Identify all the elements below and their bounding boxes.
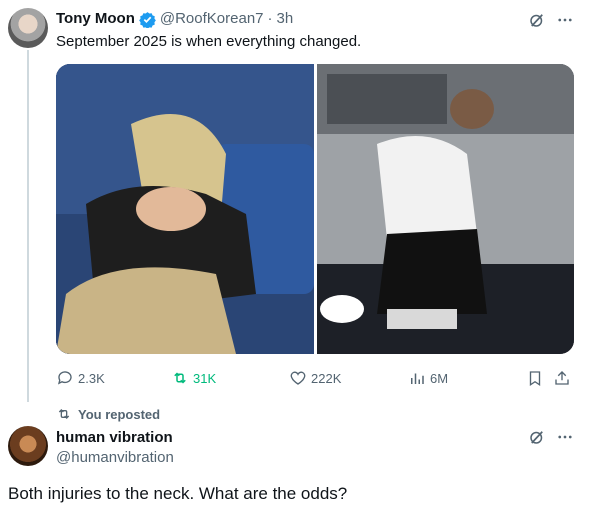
like-count: 222K — [311, 370, 342, 386]
tweet[interactable]: Tony Moon @RoofKorean7 · 3h September 20… — [0, 0, 610, 400]
tweet-actions: 2.3K 31K 222K 6M — [56, 368, 576, 388]
heart-icon — [290, 371, 306, 385]
repost-context-label: You reposted — [78, 406, 161, 422]
repost-button[interactable]: 31K — [171, 368, 216, 388]
repost-context: You reposted — [56, 406, 160, 422]
repost-icon — [174, 372, 186, 384]
more-options-icon[interactable] — [556, 428, 574, 446]
author-name[interactable]: Tony Moon — [56, 10, 135, 28]
reply-button[interactable]: 2.3K — [56, 368, 105, 388]
reply-count: 2.3K — [78, 370, 105, 386]
tweet-header: Tony Moon @RoofKorean7 · 3h — [56, 10, 294, 29]
separator-dot: · — [267, 10, 273, 27]
media-grid[interactable] — [56, 64, 574, 354]
avatar[interactable] — [8, 426, 48, 466]
verified-badge-icon — [139, 11, 156, 29]
share-button[interactable] — [553, 368, 571, 388]
author-name[interactable]: human vibration — [56, 429, 173, 446]
tweet-text: Both injuries to the neck. What are the … — [8, 484, 348, 503]
bookmark-button[interactable] — [526, 368, 544, 388]
share-icon — [555, 371, 569, 385]
more-options-icon[interactable] — [556, 11, 574, 29]
tweet-text: September 2025 is when everything change… — [56, 33, 362, 50]
media-photo-left[interactable] — [56, 64, 314, 354]
repost-icon — [58, 409, 70, 419]
author-handle[interactable]: @humanvibration — [56, 449, 174, 466]
media-photo-right[interactable] — [317, 64, 574, 354]
views-button[interactable]: 6M — [408, 368, 448, 388]
reply-icon — [57, 371, 72, 385]
bookmark-icon — [529, 371, 541, 387]
views-count: 6M — [430, 370, 449, 386]
analytics-icon — [411, 373, 424, 384]
repost-count: 31K — [193, 370, 217, 386]
avatar[interactable] — [8, 8, 48, 48]
grok-icon[interactable] — [528, 11, 546, 29]
author-handle[interactable]: @RoofKorean7 — [160, 10, 264, 28]
grok-icon[interactable] — [528, 428, 546, 446]
like-button[interactable]: 222K — [289, 368, 341, 388]
timestamp[interactable]: 3h — [277, 10, 294, 28]
